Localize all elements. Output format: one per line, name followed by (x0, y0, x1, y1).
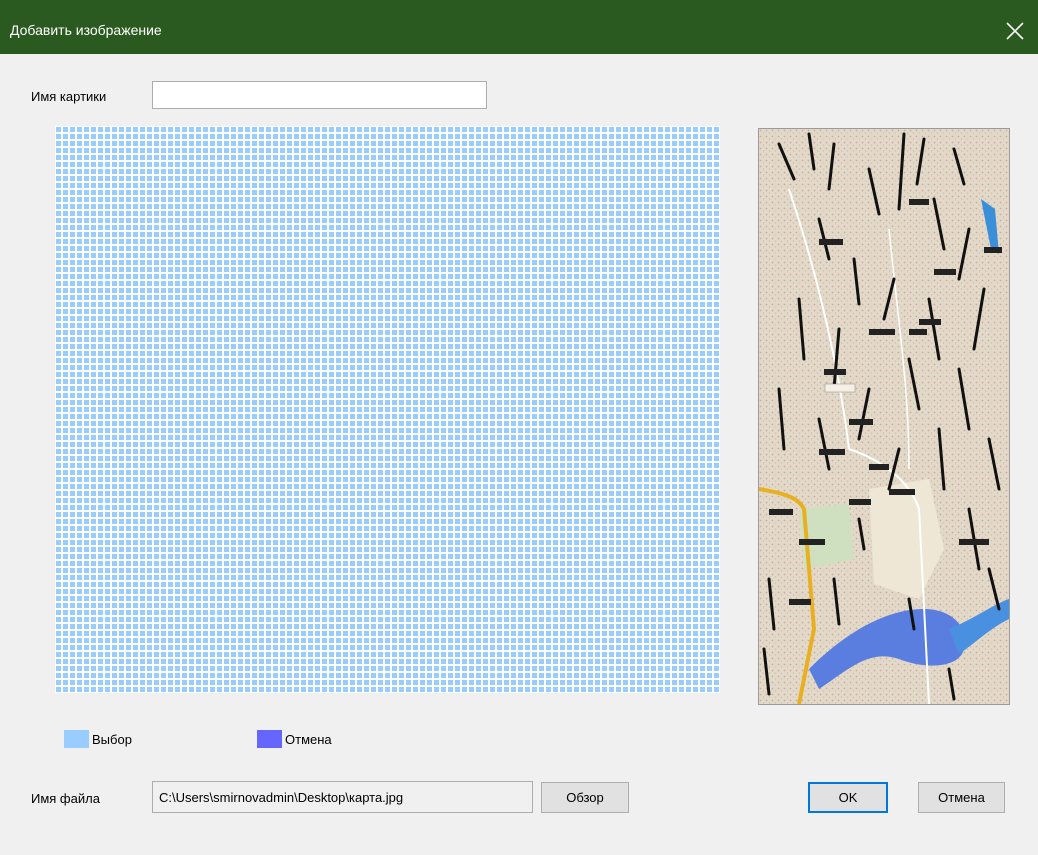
window-title: Добавить изображение (10, 22, 162, 38)
ok-button[interactable]: OK (808, 782, 888, 813)
map-image (759, 129, 1009, 704)
close-button[interactable] (992, 8, 1038, 54)
selection-grid-canvas[interactable] (55, 126, 720, 693)
title-bar: Добавить изображение (0, 0, 1038, 54)
legend-cancel-swatch (257, 730, 282, 748)
close-icon (1006, 22, 1024, 40)
legend-select-label: Выбор (92, 732, 132, 747)
legend-cancel-label: Отмена (285, 732, 332, 747)
map-preview (758, 128, 1010, 705)
image-name-input[interactable] (152, 81, 487, 109)
cancel-button[interactable]: Отмена (918, 782, 1005, 813)
image-name-label: Имя картики (31, 89, 107, 104)
file-path-field[interactable] (152, 781, 533, 813)
selection-grid[interactable] (55, 126, 720, 693)
file-name-label: Имя файла (31, 791, 100, 806)
browse-button[interactable]: Обзор (541, 782, 629, 813)
legend-select-swatch (64, 730, 89, 748)
